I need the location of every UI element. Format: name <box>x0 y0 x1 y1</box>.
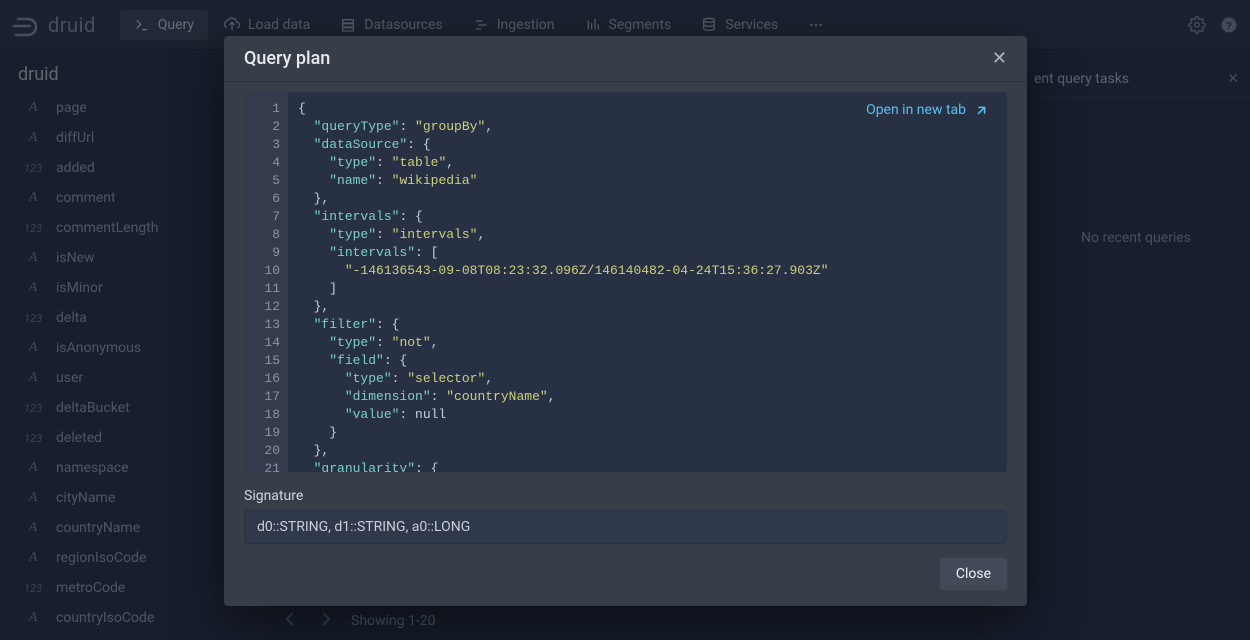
signature-label: Signature <box>244 488 1007 504</box>
code-line: }, <box>298 190 999 208</box>
open-in-new-tab-link[interactable]: Open in new tab <box>866 102 989 118</box>
code-gutter: 123456789101112131415161718192021 <box>244 92 288 472</box>
code-line: "queryType": "groupBy", <box>298 118 999 136</box>
code-line: "type": "selector", <box>298 370 999 388</box>
close-button[interactable]: Close <box>940 558 1007 590</box>
code-content[interactable]: { "queryType": "groupBy", "dataSource": … <box>288 92 1007 472</box>
code-line: "value": null <box>298 406 999 424</box>
code-line: "type": "table", <box>298 154 999 172</box>
code-line: } <box>298 424 999 442</box>
signature-value: d0::STRING, d1::STRING, a0::LONG <box>244 510 1007 544</box>
code-line: "field": { <box>298 352 999 370</box>
code-line: ] <box>298 280 999 298</box>
dialog-title: Query plan <box>244 48 330 69</box>
code-line: "-146136543-09-08T08:23:32.096Z/14614048… <box>298 262 999 280</box>
query-plan-code: Open in new tab 123456789101112131415161… <box>244 92 1007 472</box>
code-line: "filter": { <box>298 316 999 334</box>
code-line: "name": "wikipedia" <box>298 172 999 190</box>
code-line: "granularity": { <box>298 460 999 472</box>
code-line: "dataSource": { <box>298 136 999 154</box>
external-link-icon <box>974 103 989 118</box>
code-line: }, <box>298 298 999 316</box>
query-plan-dialog: Query plan ✕ Open in new tab 12345678910… <box>224 36 1027 606</box>
dialog-close-x[interactable]: ✕ <box>992 48 1007 69</box>
code-line: "type": "intervals", <box>298 226 999 244</box>
code-line: "intervals": [ <box>298 244 999 262</box>
code-line: "dimension": "countryName", <box>298 388 999 406</box>
code-line: "intervals": { <box>298 208 999 226</box>
code-line: }, <box>298 442 999 460</box>
code-line: "type": "not", <box>298 334 999 352</box>
